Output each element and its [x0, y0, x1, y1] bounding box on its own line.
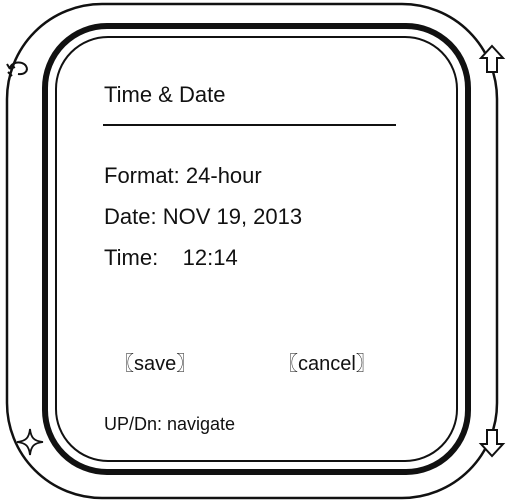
up-arrow-icon[interactable]	[478, 44, 506, 74]
save-button[interactable]: 〖save〗	[114, 352, 196, 376]
down-arrow-icon[interactable]	[478, 428, 506, 458]
page-title: Time & Date	[104, 82, 226, 107]
star-sparkle-icon[interactable]	[16, 428, 44, 456]
cancel-button[interactable]: 〖cancel〗	[278, 352, 376, 376]
format-field[interactable]: Format: 24-hour	[104, 163, 262, 189]
date-field[interactable]: Date: NOV 19, 2013	[104, 204, 302, 230]
time-date-screen: Time & Date Format: 24-hour Date: NOV 19…	[60, 38, 450, 462]
title-divider	[103, 124, 396, 126]
rotate-icon[interactable]	[4, 56, 34, 82]
time-field[interactable]: Time: 12:14	[104, 245, 238, 271]
navigation-hint: UP/Dn: navigate	[104, 414, 236, 434]
